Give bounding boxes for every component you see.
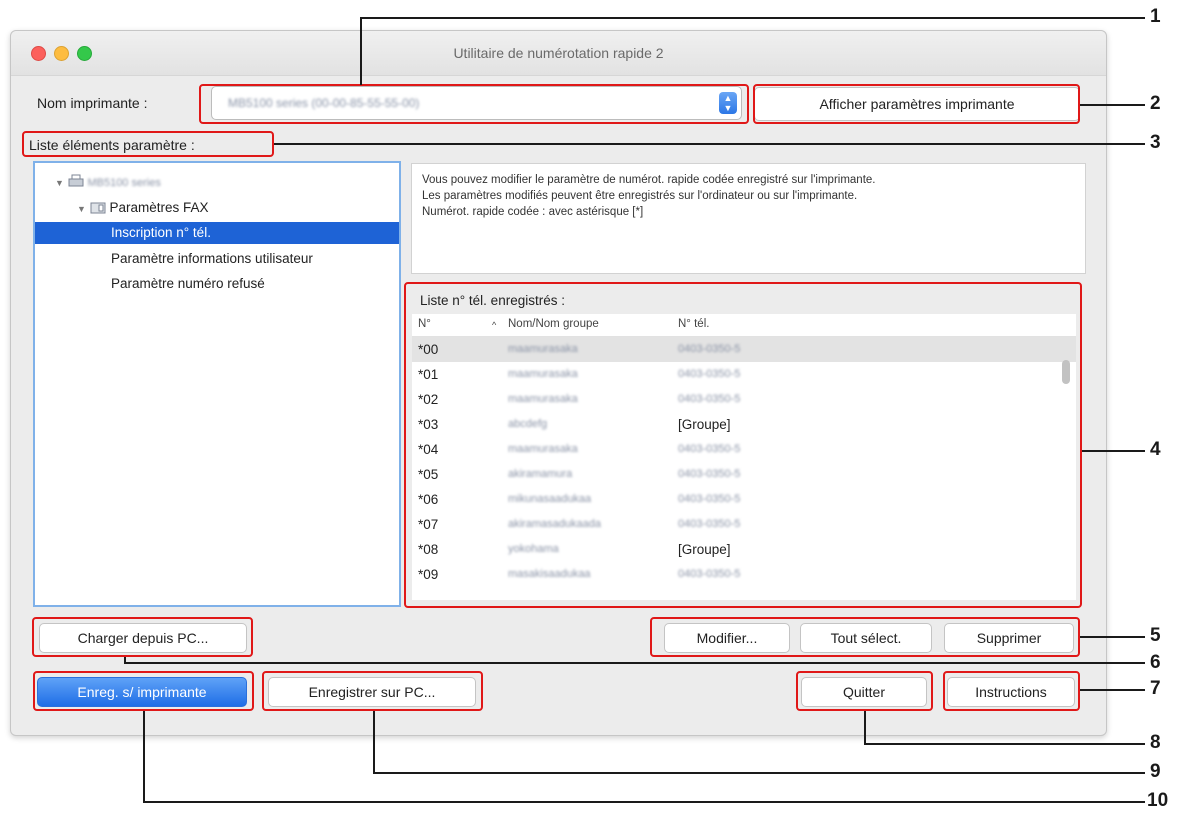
callout-box-7 bbox=[943, 671, 1080, 711]
tree-printer-label: MB5100 series bbox=[87, 177, 161, 189]
description-line: Vous pouvez modifier le paramètre de num… bbox=[422, 174, 876, 186]
settings-tree[interactable]: ▼ MB5100 series ▼ Paramètres FAX Inscrip… bbox=[33, 161, 401, 607]
callout-box-6 bbox=[32, 617, 253, 657]
callout-box-5 bbox=[650, 617, 1080, 657]
leader-line-8 bbox=[864, 743, 1145, 745]
disclosure-triangle-icon[interactable]: ▼ bbox=[77, 204, 86, 214]
fax-icon bbox=[90, 202, 106, 214]
description-line: Numérot. rapide codée : avec astérisque … bbox=[422, 206, 644, 218]
tree-fax-node[interactable]: ▼ Paramètres FAX bbox=[35, 197, 399, 219]
leader-line-6 bbox=[124, 662, 1145, 664]
window-title: Utilitaire de numérotation rapide 2 bbox=[453, 45, 664, 61]
leader-line-1 bbox=[360, 17, 1145, 19]
callout-box-1 bbox=[199, 84, 749, 124]
tree-fax-label: Paramètres FAX bbox=[109, 200, 209, 215]
callout-number-3: 3 bbox=[1150, 132, 1161, 153]
callout-box-10 bbox=[33, 671, 254, 711]
callout-number-7: 7 bbox=[1150, 678, 1161, 699]
leader-line-10 bbox=[143, 801, 1145, 803]
leader-line-2 bbox=[1080, 104, 1145, 106]
callout-number-8: 8 bbox=[1150, 732, 1161, 753]
tree-item-rejected-number[interactable]: Paramètre numéro refusé bbox=[35, 273, 399, 295]
callout-box-2 bbox=[753, 84, 1080, 124]
leader-line-7 bbox=[1080, 689, 1145, 691]
leader-line-10-drop bbox=[143, 711, 145, 803]
tree-item-phone-registration[interactable]: Inscription n° tél. bbox=[35, 222, 399, 244]
title-bar[interactable]: Utilitaire de numérotation rapide 2 bbox=[11, 31, 1106, 76]
leader-line-5 bbox=[1080, 636, 1145, 638]
callout-number-5: 5 bbox=[1150, 625, 1161, 646]
leader-line-8-drop bbox=[864, 711, 866, 745]
printer-name-label: Nom imprimante : bbox=[37, 95, 148, 111]
description-line: Les paramètres modifiés peuvent être enr… bbox=[422, 190, 858, 202]
tree-printer-node[interactable]: ▼ MB5100 series bbox=[35, 171, 399, 193]
leader-line-9-drop bbox=[373, 711, 375, 774]
callout-number-6: 6 bbox=[1150, 652, 1161, 673]
leader-line-9 bbox=[373, 772, 1145, 774]
disclosure-triangle-icon[interactable]: ▼ bbox=[55, 178, 64, 188]
leader-line-4 bbox=[1082, 450, 1145, 452]
callout-box-9 bbox=[262, 671, 483, 711]
description-box: Vous pouvez modifier le paramètre de num… bbox=[411, 163, 1086, 274]
callout-number-4: 4 bbox=[1150, 439, 1161, 460]
leader-line-3 bbox=[274, 143, 1145, 145]
leader-line-1-drop bbox=[360, 17, 362, 85]
callout-number-1: 1 bbox=[1150, 6, 1161, 27]
callout-box-3 bbox=[22, 131, 274, 157]
callout-number-2: 2 bbox=[1150, 93, 1161, 114]
printer-icon bbox=[68, 174, 84, 187]
callout-number-9: 9 bbox=[1150, 761, 1161, 782]
callout-box-4 bbox=[404, 282, 1082, 608]
callout-box-8 bbox=[796, 671, 933, 711]
callout-number-10: 10 bbox=[1147, 790, 1169, 811]
tree-item-user-info[interactable]: Paramètre informations utilisateur bbox=[35, 248, 399, 270]
